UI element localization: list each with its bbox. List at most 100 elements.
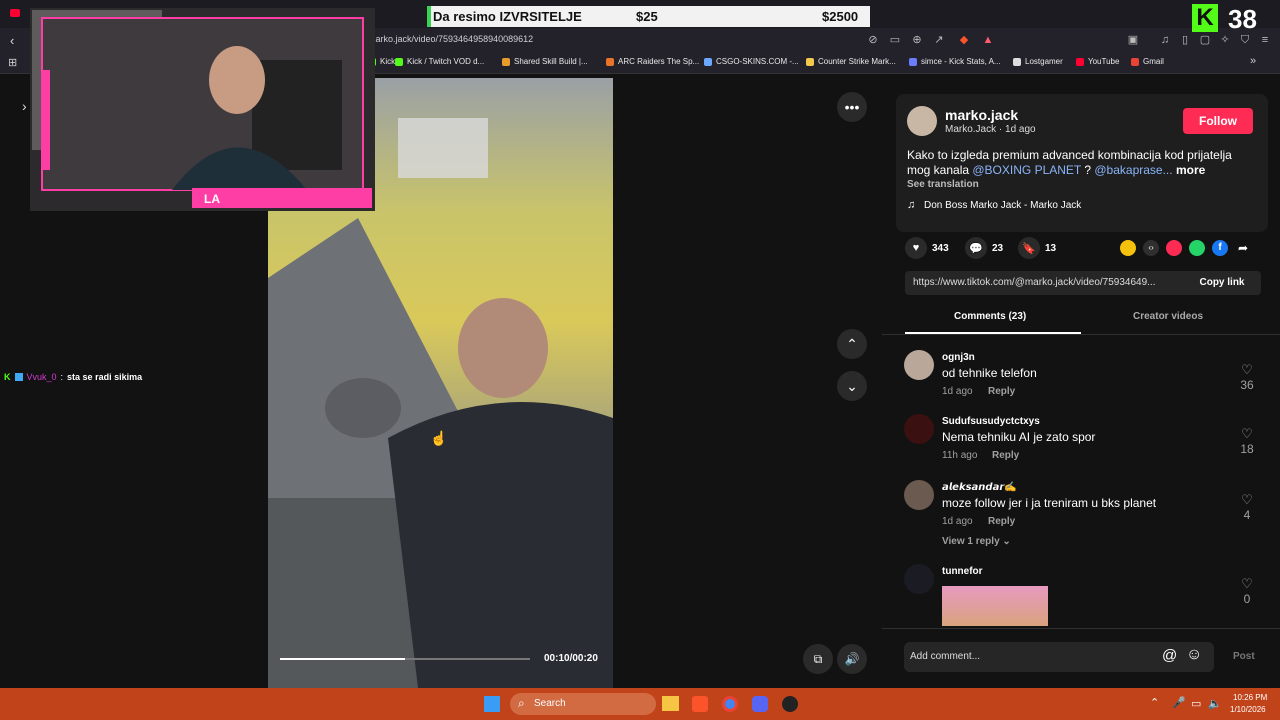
music-icon[interactable]: ♫ <box>1159 34 1171 46</box>
bookmark-item[interactable]: Shared Skill Build |... <box>502 57 588 66</box>
clock-date[interactable]: 1/10/2026 <box>1230 705 1266 714</box>
menu-icon[interactable]: ≡ <box>1259 34 1271 46</box>
windows-start-icon[interactable] <box>484 696 500 712</box>
file-explorer-icon[interactable] <box>662 696 679 711</box>
comment-avatar[interactable] <box>904 480 934 510</box>
author-subline: Marko.Jack · 1d ago <box>945 124 1036 135</box>
bookmark-favicon-icon <box>704 57 712 66</box>
comment-username[interactable]: Sudufsusudyctctxys <box>942 416 1040 427</box>
reply-button[interactable]: Reply <box>988 386 1015 397</box>
tab-creator-videos[interactable]: Creator videos <box>1133 311 1203 322</box>
discord-icon[interactable] <box>752 696 768 712</box>
facebook-icon[interactable]: f <box>1212 240 1228 256</box>
comment-avatar[interactable] <box>904 414 934 444</box>
comment-text: od tehnike telefon <box>942 366 1037 380</box>
bookmark-item[interactable]: Lostgamer <box>1013 57 1063 66</box>
caption: Kako to izgleda premium advanced kombina… <box>907 148 1257 178</box>
kick-viewer-counter: K 38 <box>1190 4 1280 34</box>
pip-button[interactable]: ⧉ <box>803 644 833 674</box>
more-options-button[interactable]: ••• <box>837 92 867 122</box>
like-button[interactable]: ♥ <box>905 237 927 259</box>
share-arrow-icon[interactable]: ➦ <box>1235 240 1251 256</box>
comment-button[interactable]: 💬 <box>965 237 987 259</box>
vpn-icon[interactable]: ⛉ <box>1239 34 1251 46</box>
bookmark-item[interactable]: ARC Raiders The Sp... <box>606 57 699 66</box>
brave-shield-icon[interactable]: ◆ <box>958 34 970 46</box>
gif-thumbnail[interactable] <box>942 586 1048 626</box>
mention-icon[interactable]: @ <box>1162 647 1177 664</box>
save-button[interactable]: 🔖 <box>1018 237 1040 259</box>
comment-avatar[interactable] <box>904 564 934 594</box>
comment-like-button[interactable]: ♡ 4 <box>1237 492 1257 522</box>
bookmark-item[interactable]: Gmail <box>1131 57 1164 66</box>
bookmark-item[interactable]: Counter Strike Mark... <box>806 57 896 66</box>
caption-mention-boxing[interactable]: @BOXING PLANET <box>972 163 1081 177</box>
video-progress-track[interactable] <box>280 658 530 660</box>
ellipsis-icon: ••• <box>844 99 860 115</box>
caption-mention-baka[interactable]: @bakaprase... <box>1094 163 1172 177</box>
sidebar-icon[interactable]: ▯ <box>1179 34 1191 46</box>
clock-time[interactable]: 10:26 PM <box>1233 693 1267 702</box>
comment-like-button[interactable]: ♡ 18 <box>1237 426 1257 456</box>
bookmark-item[interactable]: CSGO-SKINS.COM -... <box>704 57 799 66</box>
avatar[interactable] <box>907 106 937 136</box>
chrome-icon[interactable] <box>722 696 738 712</box>
bookmarks-overflow-icon[interactable]: » <box>1250 55 1256 67</box>
add-comment-box[interactable]: Add comment... @ ☺ <box>904 642 1214 672</box>
cast-icon[interactable]: ▭ <box>889 34 901 46</box>
comment-like-button[interactable]: ♡ 0 <box>1237 576 1257 606</box>
share-icon[interactable]: ↗ <box>933 34 945 46</box>
bookmark-item[interactable]: Kick / Twitch VOD d... <box>395 57 484 66</box>
comment-avatar[interactable] <box>904 350 934 380</box>
next-video-button[interactable]: ⌄ <box>837 371 867 401</box>
back-arrow-icon[interactable]: ‹ <box>10 33 14 48</box>
copy-link-button[interactable]: Copy link <box>1183 271 1261 295</box>
send-icon[interactable] <box>1166 240 1182 256</box>
see-translation-link[interactable]: See translation <box>907 179 979 190</box>
tab-comments[interactable]: Comments (23) <box>954 311 1026 322</box>
comment-username[interactable]: 𝙖𝙡𝙚𝙠𝙨𝙖𝙣𝙙𝙖𝙧✍ <box>942 482 1017 493</box>
follow-button[interactable]: Follow <box>1183 108 1253 134</box>
bookmark-item[interactable]: YouTube <box>1076 57 1119 66</box>
expand-arrow-icon[interactable]: › <box>22 98 27 114</box>
previous-video-button[interactable]: ⌃ <box>837 329 867 359</box>
post-button[interactable]: Post <box>1233 651 1255 662</box>
tab-icon[interactable]: ▢ <box>1199 34 1211 46</box>
whatsapp-icon[interactable] <box>1189 240 1205 256</box>
bookmark-item[interactable]: simce - Kick Stats, A... <box>909 57 1001 66</box>
comment-username[interactable]: tunnefor <box>942 566 983 577</box>
comment-like-button[interactable]: ♡ 36 <box>1237 362 1257 392</box>
url-field[interactable]: marko.jack/video/7593464958940089612 <box>368 34 533 44</box>
zoom-icon[interactable]: ⊕ <box>911 34 923 46</box>
leo-icon[interactable]: ✧ <box>1219 34 1231 46</box>
add-comment-input[interactable]: Add comment... <box>910 651 980 662</box>
donation-current: $25 <box>636 9 658 24</box>
embed-icon[interactable]: ‹› <box>1143 240 1159 256</box>
volume-icon: 🔊 <box>844 652 860 666</box>
tray-chevron-icon[interactable]: ⌃ <box>1150 696 1159 709</box>
steam-icon[interactable] <box>782 696 798 712</box>
bookmark-label: Counter Strike Mark... <box>818 57 896 66</box>
author-username[interactable]: marko.jack <box>945 107 1018 123</box>
rewards-icon[interactable]: ▲ <box>982 34 994 46</box>
volume-button[interactable]: 🔊 <box>837 644 867 674</box>
wallet-icon[interactable]: ▣ <box>1127 34 1139 46</box>
reader-icon[interactable]: ⊘ <box>867 34 879 46</box>
apps-grid-icon[interactable]: ⊞ <box>8 56 17 69</box>
video-link[interactable]: https://www.tiktok.com/@marko.jack/video… <box>913 277 1173 288</box>
comment-username[interactable]: ognj3n <box>942 352 975 363</box>
reply-button[interactable]: Reply <box>992 450 1019 461</box>
music-title[interactable]: Don Boss Marko Jack - Marko Jack <box>924 200 1081 211</box>
network-icon[interactable]: ▭ <box>1191 697 1201 710</box>
speaker-icon[interactable]: 🔈 <box>1208 697 1222 710</box>
brave-browser-icon[interactable] <box>692 696 708 712</box>
view-replies-link[interactable]: View 1 reply ⌄ <box>942 536 1011 547</box>
emoji-icon[interactable]: ☺ <box>1186 646 1202 664</box>
caption-more-link[interactable]: more <box>1176 163 1205 177</box>
youtube-tab-icon[interactable] <box>10 9 20 17</box>
reply-button[interactable]: Reply <box>988 516 1015 527</box>
taskbar-search[interactable]: ⌕ Search <box>510 693 656 715</box>
repost-icon[interactable] <box>1120 240 1136 256</box>
heart-outline-icon: ♡ <box>1241 362 1253 377</box>
mic-icon[interactable]: 🎤 <box>1172 696 1186 709</box>
